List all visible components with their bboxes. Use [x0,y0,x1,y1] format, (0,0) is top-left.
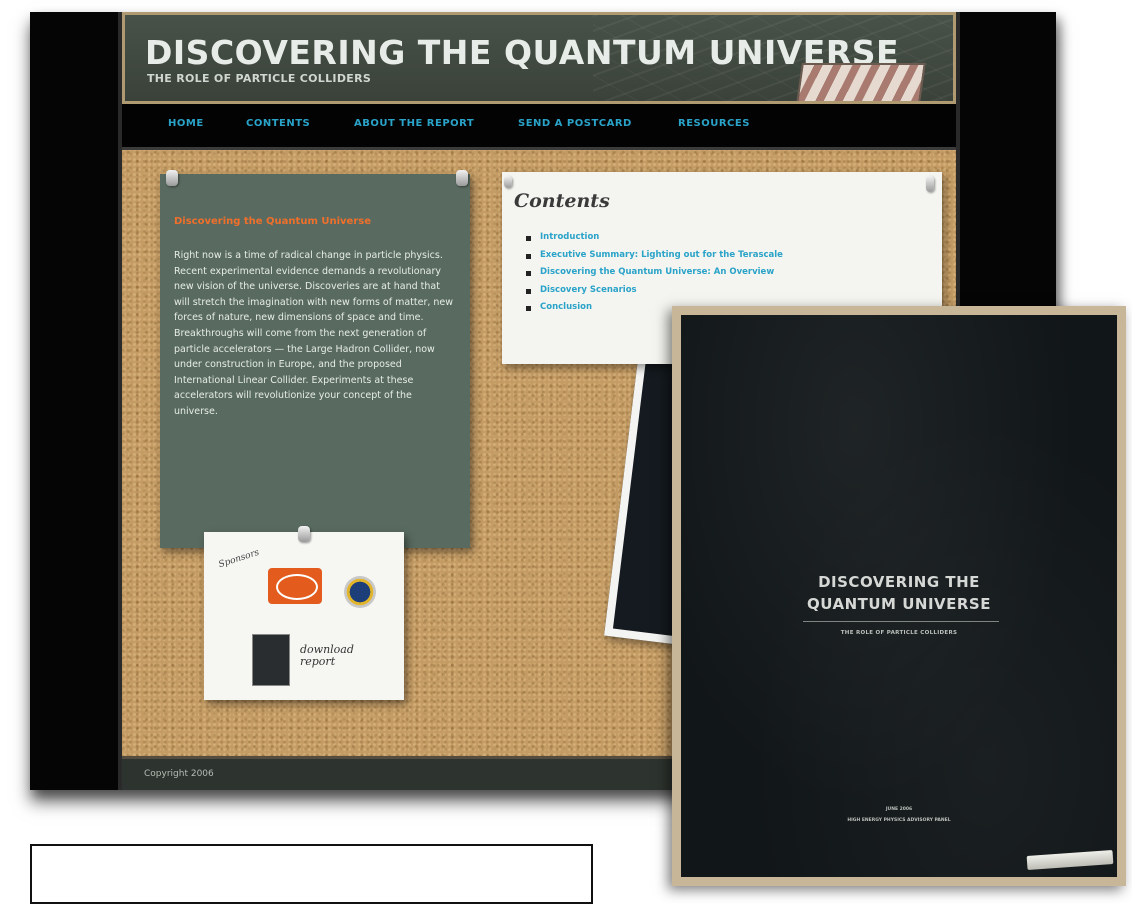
chalk-icon [1026,850,1114,870]
cover-divider [803,621,999,622]
nav-resources[interactable]: RESOURCES [678,118,750,129]
cover-date: JUNE 2006 [885,807,913,812]
contents-heading: Contents [514,190,610,212]
report-thumbnail-icon[interactable] [252,634,290,686]
cover-title-line2: QUANTUM UNIVERSE [807,595,991,613]
intro-card: Discovering the Quantum Universe Right n… [160,170,470,548]
clip-icon [926,176,934,192]
nav-send-a-postcard[interactable]: SEND A POSTCARD [518,118,632,129]
download-report-link[interactable]: download report [300,644,380,668]
contents-link-introduction[interactable]: Introduction [524,232,783,250]
pin-icon [456,170,468,186]
cover-title-line1: DISCOVERING THE [818,573,980,591]
site-subtitle: THE ROLE OF PARTICLE COLLIDERS [147,72,372,85]
contents-link-discovery-scenarios[interactable]: Discovery Scenarios [524,285,783,303]
intro-title: Discovering the Quantum Universe [174,216,371,227]
nsf-logo-icon[interactable] [344,576,376,608]
eraser-icon [796,63,926,101]
report-cover: DISCOVERING THE QUANTUM UNIVERSE THE ROL… [672,306,1126,886]
contents-link-executive-summary[interactable]: Executive Summary: Lighting out for the … [524,250,783,268]
copyright-text: Copyright 2006 [144,769,214,779]
cover-chalkboard: DISCOVERING THE QUANTUM UNIVERSE THE ROL… [681,315,1117,877]
nav-contents[interactable]: CONTENTS [246,118,310,129]
pin-icon [166,170,178,186]
nav-home[interactable]: HOME [168,118,204,129]
cover-title: DISCOVERING THE QUANTUM UNIVERSE [681,571,1117,615]
pin-icon [298,526,310,542]
clip-icon [504,176,512,188]
cover-publisher: HIGH ENERGY PHYSICS ADVISORY PANEL [847,818,951,823]
sponsors-label: Sponsors [217,547,261,571]
sponsors-card: Sponsors download report [204,526,404,700]
site-title: DISCOVERING THE QUANTUM UNIVERSE [145,33,900,72]
cover-subtitle: THE ROLE OF PARTICLE COLLIDERS [840,630,958,636]
main-nav: HOME CONTENTS ABOUT THE REPORT SEND A PO… [122,104,956,150]
site-header: DISCOVERING THE QUANTUM UNIVERSE THE ROL… [122,12,956,104]
doe-logo-icon[interactable] [268,568,322,604]
intro-text: Right now is a time of radical change in… [174,250,454,417]
contents-link-overview[interactable]: Discovering the Quantum Universe: An Ove… [524,267,783,285]
caption-box [30,844,593,904]
nav-about-the-report[interactable]: ABOUT THE REPORT [354,118,474,129]
